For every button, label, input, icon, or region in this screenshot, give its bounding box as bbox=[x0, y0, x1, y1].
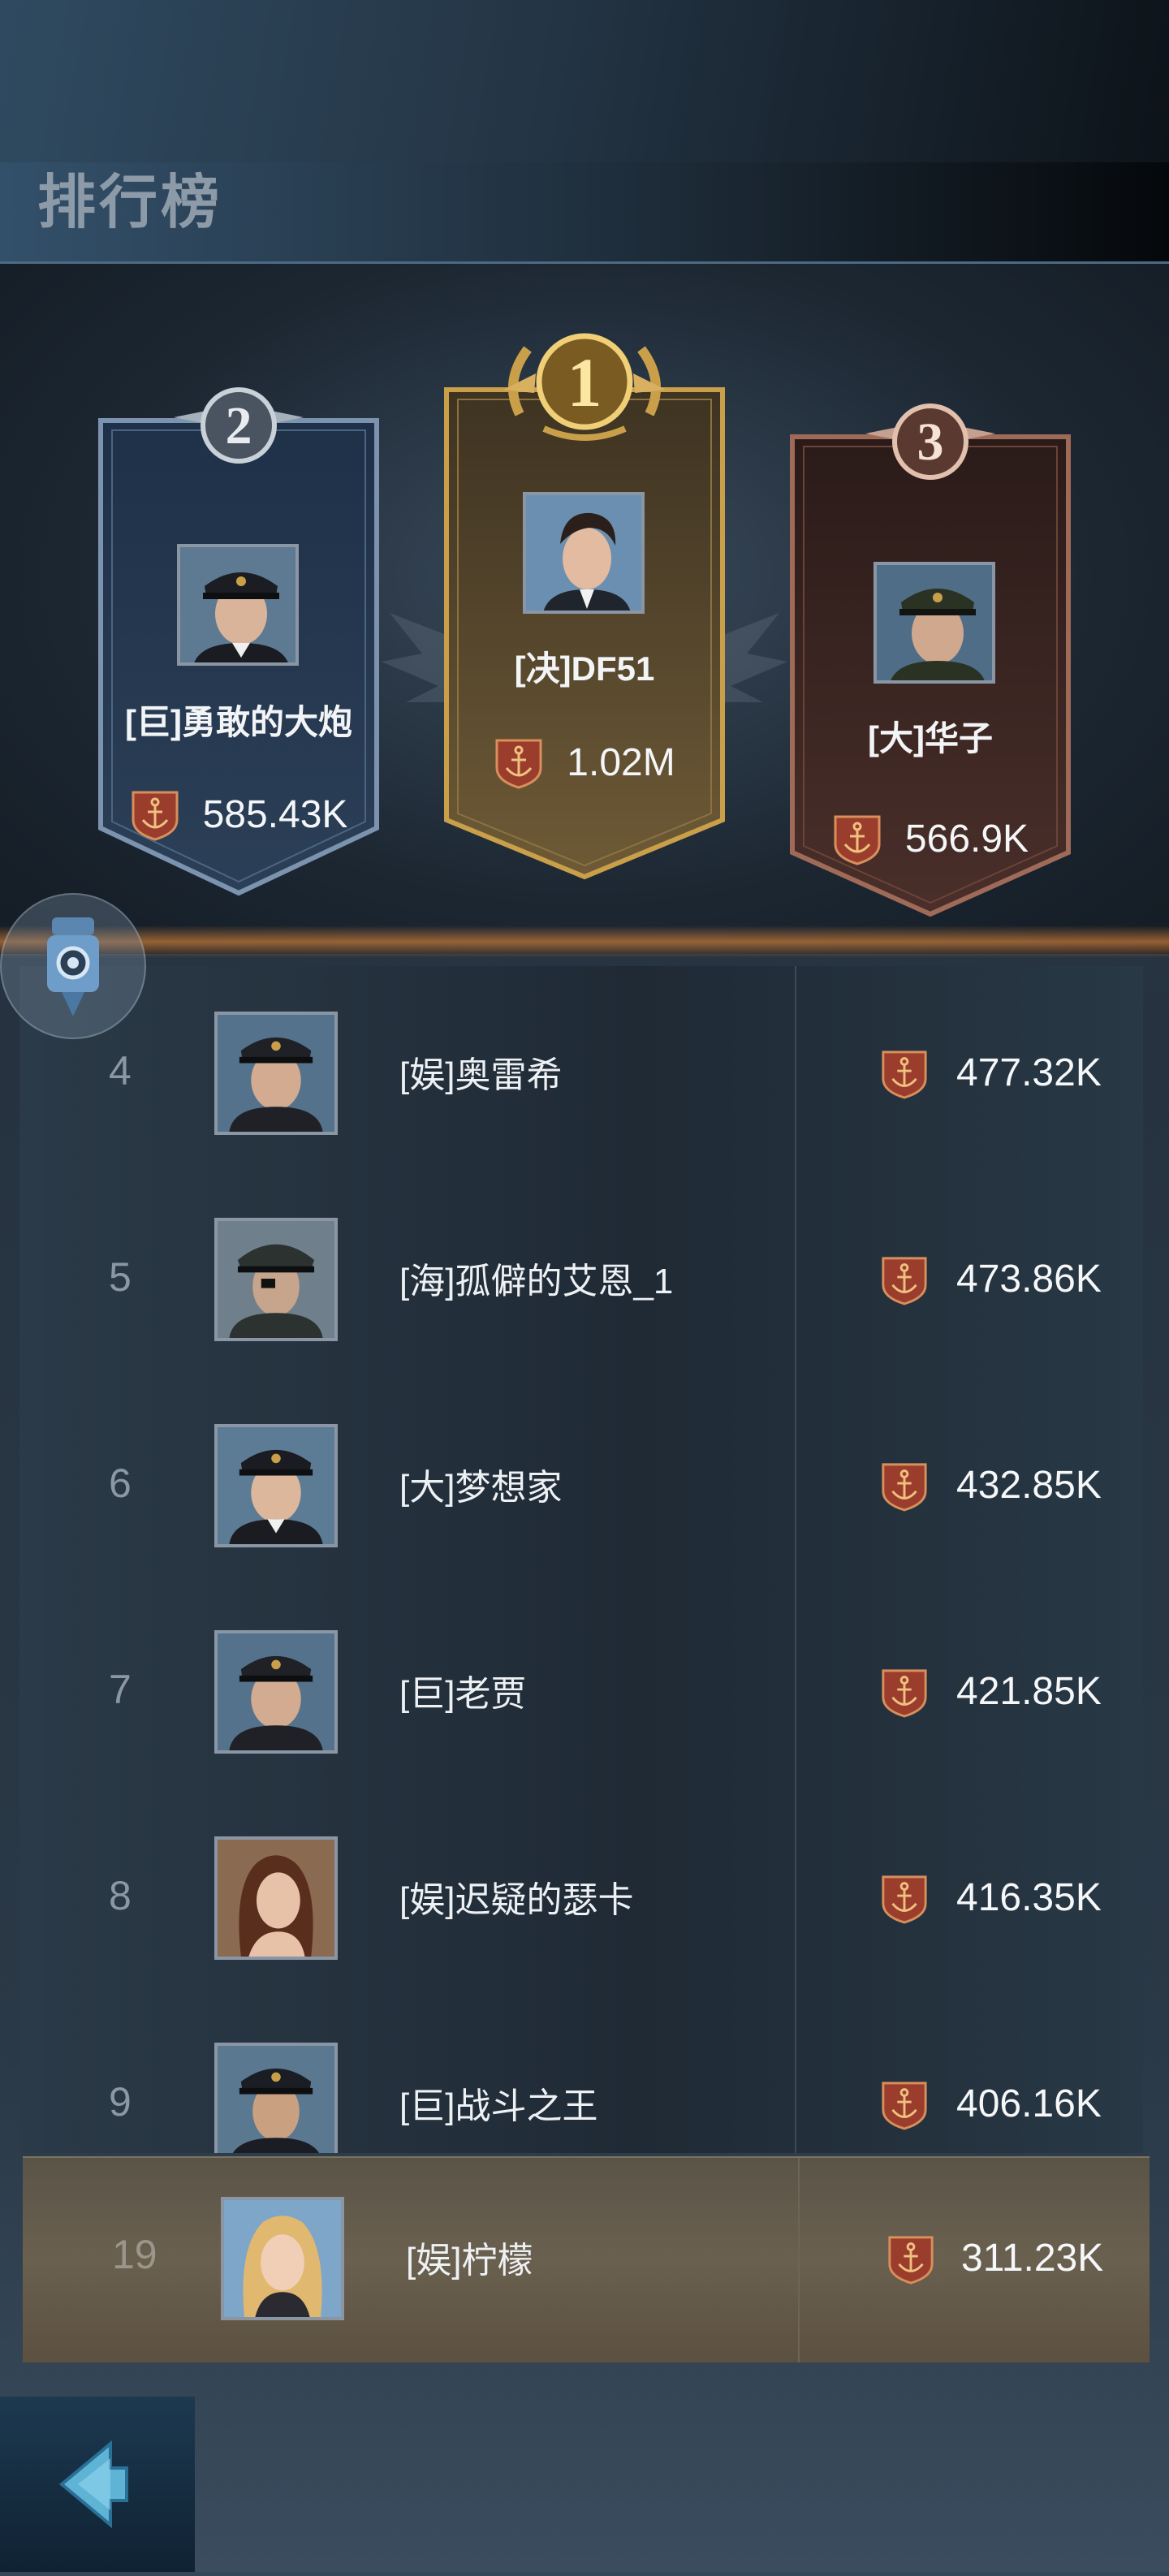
blonde-woman-portrait-icon bbox=[224, 2200, 341, 2317]
podium-name: [大]华子 bbox=[868, 719, 993, 757]
officer-portrait-icon bbox=[218, 2046, 334, 2153]
anchor-shield-icon bbox=[882, 1875, 927, 1924]
player-score: 477.32K bbox=[956, 1051, 1102, 1094]
rank-2-badge-icon: 2 bbox=[174, 387, 304, 464]
old-officer-portrait-icon bbox=[877, 565, 992, 680]
player-score: 406.16K bbox=[956, 2082, 1102, 2125]
officer-portrait-icon bbox=[180, 547, 295, 662]
player-score: 432.85K bbox=[956, 1464, 1102, 1507]
rank-number: 19 bbox=[112, 2232, 157, 2277]
player-name: [娱]奥雷希 bbox=[399, 1055, 563, 1095]
rank-number: 9 bbox=[109, 2079, 132, 2125]
svg-text:1: 1 bbox=[567, 343, 602, 421]
table-row[interactable]: 9 [巨]战斗之王 406.16K bbox=[19, 1997, 1143, 2153]
table-row[interactable]: 7 [巨]老贾 421.85K bbox=[19, 1585, 1143, 1791]
officer-portrait-icon bbox=[218, 1427, 334, 1544]
avatar[interactable] bbox=[214, 1630, 338, 1754]
player-name: [巨]战斗之王 bbox=[399, 2086, 598, 2126]
player-name: [海]孤僻的艾恩_1 bbox=[399, 1262, 674, 1301]
podium-name: [决]DF51 bbox=[514, 649, 655, 688]
anchor-shield-icon bbox=[132, 791, 179, 841]
podium-rank-2[interactable]: 2 [巨]勇敢的大炮 585.43K bbox=[96, 387, 382, 901]
column-divider bbox=[798, 2158, 800, 2362]
anchor-shield-icon bbox=[834, 815, 881, 865]
anchor-shield-icon bbox=[888, 2236, 934, 2285]
player-name: [大]梦想家 bbox=[399, 1468, 563, 1508]
camera-drone-icon bbox=[47, 917, 99, 1016]
back-button[interactable] bbox=[0, 2397, 195, 2572]
young-man-portrait-icon bbox=[526, 495, 641, 611]
back-arrow-icon bbox=[58, 2440, 128, 2529]
floating-helper-button[interactable] bbox=[0, 893, 146, 1039]
avatar[interactable] bbox=[177, 544, 299, 666]
rank-number: 8 bbox=[109, 1873, 132, 1918]
player-name: [娱]柠檬 bbox=[406, 2241, 533, 2280]
rank-number: 5 bbox=[109, 1254, 132, 1300]
player-name: [娱]迟疑的瑟卡 bbox=[399, 1880, 634, 1920]
anchor-shield-icon bbox=[882, 1051, 927, 1099]
podium-score: 1.02M bbox=[567, 740, 675, 784]
avatar[interactable] bbox=[214, 1836, 338, 1960]
table-row[interactable]: 5 [海]孤僻的艾恩_1 473.86K bbox=[19, 1172, 1143, 1379]
woman-portrait-icon bbox=[218, 1840, 334, 1957]
table-row[interactable]: 8 [娱]迟疑的瑟卡 416.35K bbox=[19, 1791, 1143, 1997]
anchor-shield-icon bbox=[882, 1669, 927, 1718]
anchor-shield-icon bbox=[882, 1257, 927, 1305]
table-row[interactable]: 4 [娱]奥雷希 477.32K bbox=[19, 966, 1143, 1172]
rank-3-badge-icon: 3 bbox=[865, 403, 995, 480]
podium-rank-3[interactable]: 3 [大]华子 566.9K bbox=[787, 403, 1073, 917]
podium-score: 566.9K bbox=[904, 817, 1029, 861]
ranking-list[interactable]: 4 [娱]奥雷希 477.32K 5 [海]孤僻的艾恩_1 473.86K 6 … bbox=[19, 966, 1143, 2153]
avatar[interactable] bbox=[214, 1424, 338, 1547]
player-score: 421.85K bbox=[956, 1670, 1102, 1713]
page-title: 排行榜 bbox=[37, 170, 223, 235]
avatar[interactable] bbox=[214, 1012, 338, 1135]
podium-score: 585.43K bbox=[202, 792, 348, 836]
anchor-shield-icon bbox=[882, 1463, 927, 1512]
svg-text:3: 3 bbox=[917, 412, 944, 472]
podium-glow-divider bbox=[0, 926, 1169, 958]
avatar[interactable] bbox=[214, 1218, 338, 1341]
player-score: 416.35K bbox=[956, 1876, 1102, 1919]
podium-name: [巨]勇敢的大炮 bbox=[125, 703, 352, 741]
rank-number: 6 bbox=[109, 1461, 132, 1506]
anchor-shield-icon bbox=[882, 2082, 927, 2130]
eyepatch-officer-portrait-icon bbox=[218, 1221, 334, 1338]
rank-number: 7 bbox=[109, 1667, 132, 1712]
officer-portrait-icon bbox=[218, 1633, 334, 1750]
avatar[interactable] bbox=[874, 562, 995, 684]
player-name: [巨]老贾 bbox=[399, 1674, 527, 1714]
self-ranking-row[interactable]: 19 [娱]柠檬 311.23K bbox=[23, 2156, 1150, 2362]
avatar[interactable] bbox=[214, 2043, 338, 2153]
table-row[interactable]: 6 [大]梦想家 432.85K bbox=[19, 1379, 1143, 1585]
officer-portrait-icon bbox=[218, 1015, 334, 1132]
avatar[interactable] bbox=[523, 492, 645, 614]
player-score: 311.23K bbox=[961, 2237, 1104, 2280]
player-score: 473.86K bbox=[956, 1258, 1102, 1301]
anchor-shield-icon bbox=[495, 739, 542, 789]
svg-text:2: 2 bbox=[226, 396, 252, 455]
podium-rank-1[interactable]: 1 [决]DF51 1.02M bbox=[442, 333, 727, 885]
avatar[interactable] bbox=[221, 2197, 344, 2320]
rank-1-laurel-badge-icon: 1 bbox=[503, 333, 666, 441]
rank-number: 4 bbox=[109, 1048, 132, 1094]
